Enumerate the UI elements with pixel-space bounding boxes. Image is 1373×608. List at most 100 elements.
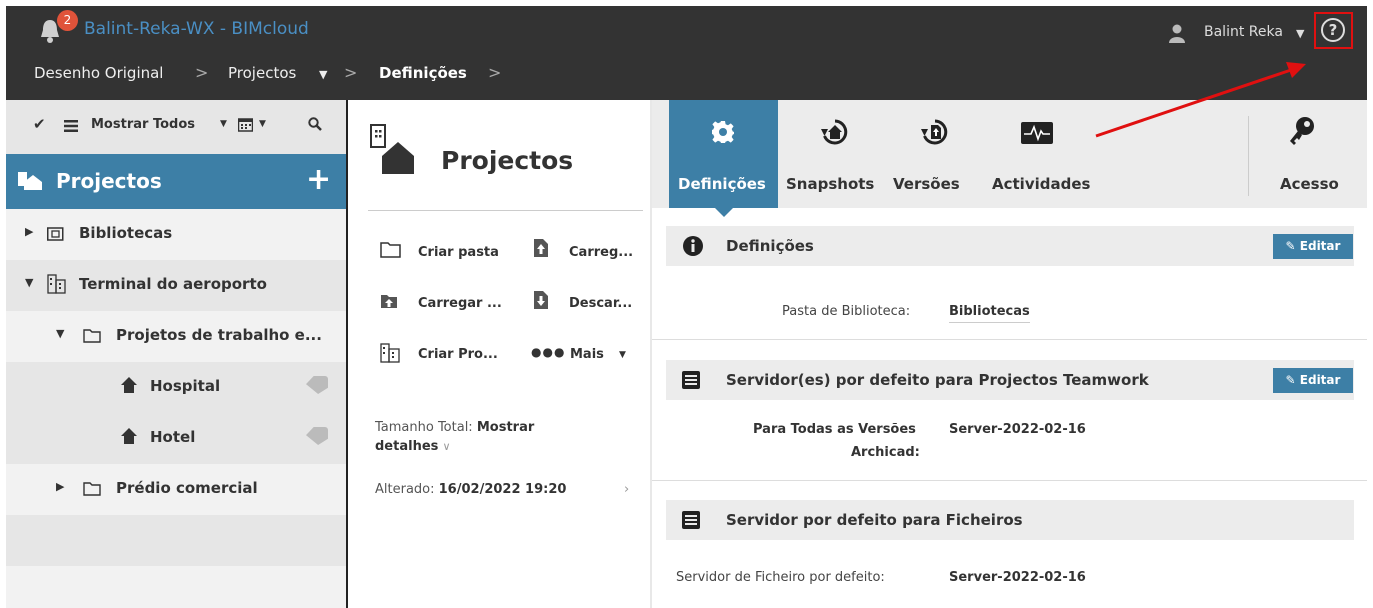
folder-icon xyxy=(83,482,101,496)
user-name[interactable]: Balint Reka xyxy=(1204,24,1283,40)
breadcrumb-separator: > xyxy=(488,63,502,82)
key-icon[interactable] xyxy=(1288,116,1316,146)
building-icon[interactable] xyxy=(380,343,400,363)
expand-arrow-icon[interactable]: ▶ xyxy=(56,480,64,493)
breadcrumb-separator: > xyxy=(195,63,209,82)
search-icon[interactable] xyxy=(308,117,322,131)
breadcrumb-desenho-original[interactable]: Desenho Original xyxy=(34,64,163,82)
caret-down-icon[interactable]: ▼ xyxy=(319,68,327,81)
library-folder-label: Pasta de Biblioteca: xyxy=(782,304,911,319)
upload-icon[interactable] xyxy=(532,238,550,258)
download-icon[interactable] xyxy=(532,290,550,310)
breadcrumb-projectos[interactable]: Projectos xyxy=(228,64,296,82)
add-project-button[interactable]: + xyxy=(306,162,331,197)
file-server-value: Server-2022-02-16 xyxy=(949,570,1086,585)
folder-icon xyxy=(83,329,101,343)
check-icon[interactable]: ✔ xyxy=(33,115,46,133)
more-button[interactable]: Mais xyxy=(570,347,604,362)
tab-acesso[interactable]: Acesso xyxy=(1280,175,1339,193)
tree-item-hotel[interactable]: Hotel xyxy=(6,413,346,464)
file-server-label: Servidor de Ficheiro por defeito: xyxy=(676,570,885,585)
edit-button[interactable]: ✎ Editar xyxy=(1273,234,1353,259)
tab-actividades[interactable]: Actividades xyxy=(992,175,1090,193)
tab-versoes[interactable]: Versões xyxy=(893,175,960,193)
snapshot-icon[interactable] xyxy=(820,118,850,146)
list-icon[interactable] xyxy=(64,120,78,132)
settings-panel: Definições Snapshots Versões Actividades xyxy=(652,100,1367,608)
help-icon[interactable]: ? xyxy=(1321,18,1345,42)
versions-label-line1: Para Todas as Versões xyxy=(753,422,916,437)
tree-item-label: Projetos de trabalho e... xyxy=(116,326,322,344)
caret-down-icon[interactable]: ▼ xyxy=(259,119,266,129)
activity-icon[interactable] xyxy=(1020,121,1054,145)
breadcrumb-separator: > xyxy=(344,63,358,82)
tree-item-label: Terminal do aeroporto xyxy=(79,275,267,293)
expand-arrow-icon[interactable]: ▶ xyxy=(25,225,33,238)
modified-label: Alterado: xyxy=(375,482,435,497)
create-project-button[interactable]: Criar Pro... xyxy=(418,347,498,362)
caret-down-icon[interactable]: ▼ xyxy=(1296,27,1304,40)
tab-definicoes-label[interactable]: Definições xyxy=(678,175,766,193)
project-house-icon xyxy=(121,428,137,444)
modified-info: Alterado: 16/02/2022 19:20 xyxy=(375,480,566,499)
tree-toolbar: ✔ Mostrar Todos ▼ ▼ xyxy=(6,100,346,154)
gear-icon[interactable] xyxy=(711,120,735,144)
server-icon xyxy=(682,371,700,389)
more-dots-icon[interactable]: ●●● xyxy=(531,345,565,359)
caret-down-icon[interactable]: ▼ xyxy=(220,119,227,129)
top-bar: 2 Balint-Reka-WX - BIMcloud Balint Reka … xyxy=(6,6,1367,100)
tree-item-label: Prédio comercial xyxy=(116,479,258,497)
tab-snapshots[interactable]: Snapshots xyxy=(786,175,874,193)
tab-separator xyxy=(1248,116,1249,196)
show-details-link[interactable]: Mostrar xyxy=(477,420,534,435)
upload-folder-icon[interactable] xyxy=(380,293,398,309)
tree-empty-row xyxy=(6,515,346,566)
definicoes-section-header: Definições ✎ Editar xyxy=(666,226,1354,266)
tag-icon[interactable] xyxy=(306,376,328,394)
upload-folder-button[interactable]: Carregar ... xyxy=(418,296,502,311)
download-button[interactable]: Descar... xyxy=(569,296,632,311)
show-details-link[interactable]: detalhes xyxy=(375,439,438,454)
app-window: 2 Balint-Reka-WX - BIMcloud Balint Reka … xyxy=(6,6,1367,608)
projects-title: Projectos xyxy=(56,169,162,193)
server-icon xyxy=(682,511,700,529)
info-icon xyxy=(683,236,703,256)
projects-building-icon xyxy=(370,124,414,174)
file-server-section-header: Servidor por defeito para Ficheiros xyxy=(666,500,1354,540)
total-size-label: Tamanho Total: xyxy=(375,420,473,435)
collapse-arrow-icon[interactable]: ▼ xyxy=(25,276,33,289)
library-folder-value[interactable]: Bibliotecas xyxy=(949,304,1030,323)
tree-item-predio-comercial[interactable]: ▶ Prédio comercial xyxy=(6,464,346,515)
upload-button[interactable]: Carreg... xyxy=(569,245,633,260)
tree-item-bibliotecas[interactable]: ▶ Bibliotecas xyxy=(6,209,346,260)
tree-item-projetos-trabalho[interactable]: ▼ Projetos de trabalho e... xyxy=(6,311,346,362)
show-all-filter[interactable]: Mostrar Todos xyxy=(91,117,195,132)
tree-item-label: Bibliotecas xyxy=(79,224,173,242)
tree-item-terminal[interactable]: ▼ Terminal do aeroporto xyxy=(6,260,346,311)
project-tree-panel: ✔ Mostrar Todos ▼ ▼ Projectos + ▶ Biblio… xyxy=(6,100,346,608)
divider xyxy=(652,339,1367,340)
collapse-arrow-icon[interactable]: ▼ xyxy=(56,327,64,340)
modified-date: 16/02/2022 19:20 xyxy=(438,482,567,497)
user-icon[interactable] xyxy=(1169,24,1185,44)
total-size-info: Tamanho Total: Mostrar detalhes ∨ xyxy=(375,418,534,456)
tag-icon[interactable] xyxy=(306,427,328,445)
chevron-right-icon[interactable]: › xyxy=(624,480,629,499)
caret-down-icon[interactable]: ▼ xyxy=(619,350,626,360)
tree-item-label: Hospital xyxy=(150,377,221,395)
chevron-down-icon[interactable]: ∨ xyxy=(443,440,451,453)
project-house-icon xyxy=(121,377,137,393)
versions-icon[interactable] xyxy=(920,118,950,146)
create-folder-button[interactable]: Criar pasta xyxy=(418,245,499,260)
divider xyxy=(652,480,1367,481)
teamwork-server-section-header: Servidor(es) por defeito para Projectos … xyxy=(666,360,1354,400)
edit-button[interactable]: ✎ Editar xyxy=(1273,368,1353,393)
tree-item-label: Hotel xyxy=(150,428,196,446)
tab-bar: Definições Snapshots Versões Actividades xyxy=(652,100,1367,208)
folder-icon[interactable] xyxy=(380,241,401,258)
tree-item-hospital[interactable]: Hospital xyxy=(6,362,346,413)
app-title[interactable]: Balint-Reka-WX - BIMcloud xyxy=(84,19,309,39)
calendar-icon[interactable] xyxy=(238,117,253,132)
breadcrumb-definicoes[interactable]: Definições xyxy=(379,64,467,82)
section-title: Servidor(es) por defeito para Projectos … xyxy=(726,371,1149,389)
